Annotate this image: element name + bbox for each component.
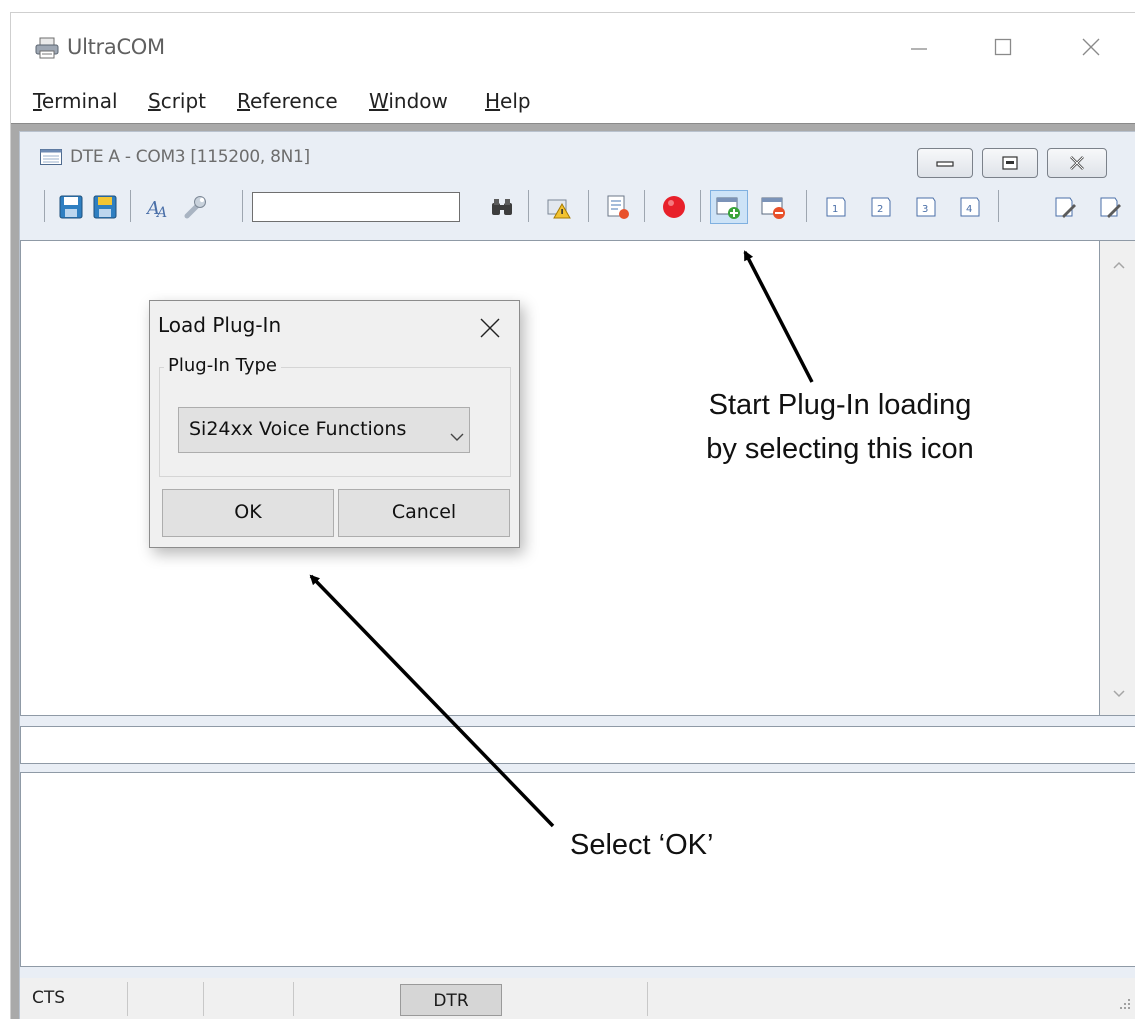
cancel-button[interactable]: Cancel: [338, 489, 510, 537]
status-dtr: DTR: [400, 984, 502, 1016]
menu-reference-mnemonic: R: [237, 89, 250, 113]
child-window-title: DTE A - COM3 [115200, 8N1]: [70, 147, 310, 167]
child-minimize-button[interactable]: [917, 148, 973, 178]
maximize-button[interactable]: [983, 27, 1023, 67]
command-input[interactable]: [20, 726, 1135, 764]
close-button[interactable]: [1071, 27, 1111, 67]
edit-script-2-icon[interactable]: [1095, 192, 1125, 222]
menu-script[interactable]: Script: [148, 89, 206, 113]
annotation-start-line1: Start Plug-In loading: [708, 389, 972, 421]
annotation-start-plugin: Start Plug-In loading by selecting this …: [660, 384, 1020, 471]
font-icon[interactable]: AA: [144, 192, 174, 222]
wrench-icon[interactable]: [180, 192, 210, 222]
edit-script-1-icon[interactable]: [1050, 192, 1080, 222]
macro-4-icon[interactable]: 4: [955, 192, 985, 222]
warning-icon[interactable]: [544, 192, 574, 222]
plugin-type-select[interactable]: Si24xx Voice Functions: [178, 407, 470, 453]
status-cts: CTS: [20, 982, 128, 1016]
toolbar-separator: [588, 190, 589, 222]
menu-terminal-label: erminal: [41, 89, 118, 113]
toolbar-separator: [44, 190, 45, 222]
macro-3-icon[interactable]: 3: [911, 192, 941, 222]
plugin-select-value: Si24xx Voice Functions: [189, 418, 407, 440]
menu-help-mnemonic: H: [485, 89, 501, 113]
status-cell-empty: [128, 982, 204, 1016]
scroll-down-arrow-icon[interactable]: [1112, 684, 1126, 703]
annotation-start-line2: by selecting this icon: [706, 432, 974, 465]
toolbar-separator: [998, 190, 999, 222]
size-grip-icon[interactable]: [1117, 995, 1131, 1014]
menu-terminal-mnemonic: T: [33, 89, 42, 113]
status-bar: CTS DTR: [20, 978, 1135, 1019]
load-plugin-icon[interactable]: [710, 190, 748, 224]
terminal-child-window: DTE A - COM3 [115200, 8N1] A A 1 2 3 4 C…: [19, 131, 1135, 1019]
menu-script-mnemonic: S: [148, 89, 161, 113]
child-restore-button[interactable]: [982, 148, 1038, 178]
search-input[interactable]: [252, 192, 460, 222]
terminal-window-icon: [40, 149, 62, 165]
scroll-up-arrow-icon[interactable]: [1112, 255, 1126, 274]
log-area[interactable]: [20, 772, 1135, 967]
unload-plugin-icon[interactable]: [758, 192, 788, 222]
chevron-down-icon: [449, 425, 465, 447]
menu-window-mnemonic: W: [369, 89, 389, 113]
mdi-area: DTE A - COM3 [115200, 8N1] A A 1 2 3 4 C…: [11, 123, 1135, 1019]
menu-bar: Terminal Script Reference Window Help: [11, 85, 1135, 117]
menu-reference-label: eference: [250, 89, 338, 113]
menu-help-label: elp: [500, 89, 531, 113]
child-title-bar[interactable]: DTE A - COM3 [115200, 8N1]: [20, 132, 1135, 178]
binoculars-icon[interactable]: [487, 192, 517, 222]
menu-reference[interactable]: Reference: [237, 89, 338, 113]
save-icon[interactable]: [56, 192, 86, 222]
minimize-button[interactable]: [899, 27, 939, 67]
app-title: UltraCOM: [67, 35, 165, 59]
load-plugin-dialog: Load Plug-In Plug-In Type Si24xx Voice F…: [149, 300, 520, 548]
toolbar-separator: [528, 190, 529, 222]
macro-2-icon[interactable]: 2: [866, 192, 896, 222]
svg-text:3: 3: [922, 204, 928, 215]
toolbar-separator: [130, 190, 131, 222]
title-bar[interactable]: UltraCOM: [11, 13, 1135, 77]
menu-window-label: indow: [388, 89, 448, 113]
status-cell-empty: [204, 982, 294, 1016]
vertical-scrollbar[interactable]: [1100, 240, 1135, 716]
save-as-icon[interactable]: [90, 192, 120, 222]
svg-text:2: 2: [877, 204, 883, 215]
dialog-close-button[interactable]: [475, 313, 505, 343]
dialog-title: Load Plug-In: [158, 313, 282, 337]
toolbar-separator: [700, 190, 701, 222]
macro-1-icon[interactable]: 1: [821, 192, 851, 222]
annotation-select-ok: Select ‘OK’: [570, 829, 714, 861]
toolbar-separator: [242, 190, 243, 222]
svg-text:1: 1: [832, 204, 838, 215]
child-close-button[interactable]: [1047, 148, 1107, 178]
svg-text:4: 4: [966, 204, 972, 215]
menu-terminal[interactable]: Terminal: [33, 89, 118, 113]
toolbar-separator: [806, 190, 807, 222]
svg-text:A: A: [155, 205, 167, 220]
log-icon[interactable]: [603, 192, 633, 222]
status-cell-empty: [510, 982, 648, 1016]
menu-window[interactable]: Window: [369, 89, 448, 113]
menu-script-label: cript: [160, 89, 207, 113]
toolbar: AA 1 2 3 4: [20, 186, 1135, 230]
ok-button[interactable]: OK: [162, 489, 334, 537]
app-printer-icon: [35, 37, 59, 59]
plugin-type-label: Plug-In Type: [164, 355, 281, 376]
menu-help[interactable]: Help: [485, 89, 531, 113]
toolbar-separator: [644, 190, 645, 222]
record-icon[interactable]: [659, 192, 689, 222]
